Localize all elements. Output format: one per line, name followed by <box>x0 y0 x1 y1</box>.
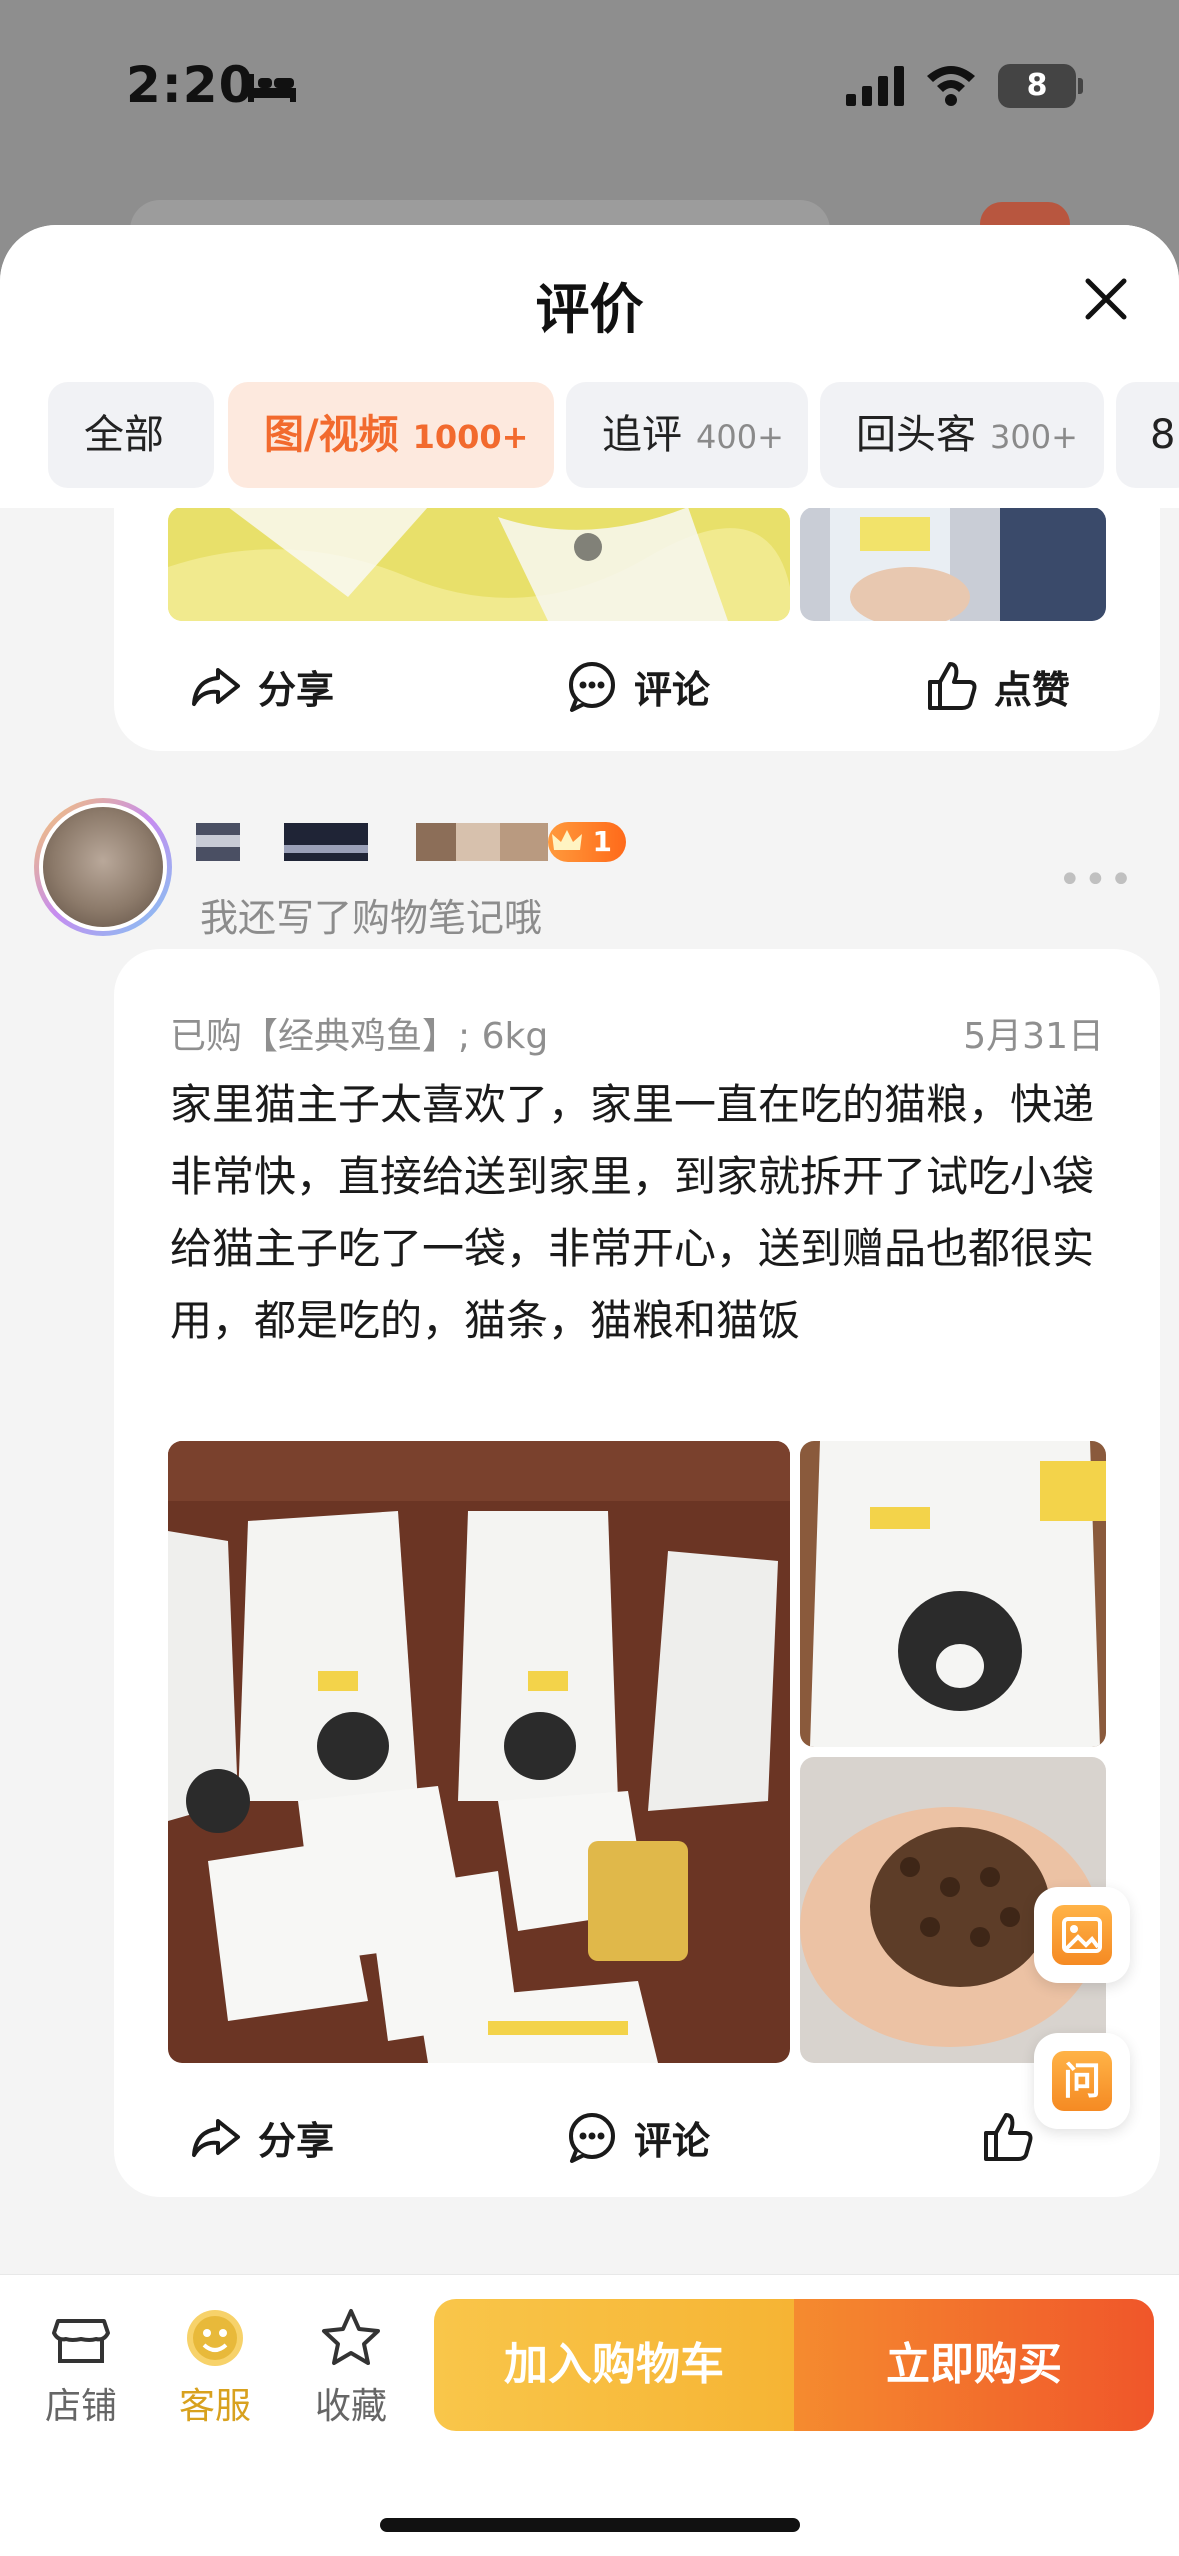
photo-cat-food-spread <box>168 1441 790 2063</box>
cellular-signal-icon <box>846 66 904 106</box>
tab-label: 追评 <box>602 412 682 458</box>
comment-button[interactable]: 评论 <box>564 646 710 726</box>
tab-follow-up[interactable]: 追评 400+ <box>566 382 808 488</box>
sheet-title: 评价 <box>535 278 644 341</box>
photo-filter-button[interactable] <box>1034 1887 1130 1983</box>
buy-now-button[interactable]: 立即购买 <box>794 2299 1154 2431</box>
store-icon <box>52 2319 110 2363</box>
review-card: 已购【经典鸡鱼】; 6kg 5月31日 家里猫主子太喜欢了，家里一直在吃的猫粮，… <box>114 949 1160 2197</box>
reviewer-avatar[interactable] <box>34 798 172 936</box>
photo-hand-bag <box>800 507 1106 621</box>
share-button[interactable]: 分享 <box>188 2097 334 2177</box>
customer-service-icon <box>187 2310 243 2366</box>
more-options-icon[interactable]: ••• <box>1058 857 1135 903</box>
home-indicator <box>380 2518 800 2532</box>
review-actions: 分享 评论 点赞 <box>114 646 1160 726</box>
favorite-label: 收藏 <box>314 2386 387 2427</box>
shop-label: 店铺 <box>44 2386 117 2427</box>
crown-icon <box>552 830 582 850</box>
like-label: 点赞 <box>994 667 1071 712</box>
thumbs-up-icon <box>984 2113 1033 2161</box>
tab-count: 400+ <box>696 418 784 456</box>
review-actions: 分享 评论 <box>114 2097 1160 2177</box>
wifi-icon <box>927 66 975 106</box>
share-icon <box>192 668 240 706</box>
status-bar: 2:20 8 <box>0 0 1179 170</box>
sheet-header: 评价 全部 图/视频 1000+ 追评 400+ 回头客 300+ 8 <box>0 225 1179 508</box>
shop-button[interactable]: 店铺 <box>26 2305 136 2429</box>
review-photo[interactable] <box>168 507 790 621</box>
service-label: 客服 <box>178 2386 251 2427</box>
tab-label: 8 <box>1150 412 1176 458</box>
tab-label: 回头客 <box>856 412 976 458</box>
review-date: 5月31日 <box>963 1016 1104 1057</box>
reviewer-name-masked <box>196 823 548 861</box>
ask-label: 问 <box>1052 2051 1112 2111</box>
add-to-cart-button[interactable]: 加入购物车 <box>434 2299 794 2431</box>
review-photo[interactable] <box>800 1441 1106 1747</box>
photo-yellow-bags <box>168 507 790 621</box>
share-button[interactable]: 分享 <box>188 646 334 726</box>
tab-count: 1000+ <box>412 418 529 456</box>
battery-tip <box>1078 78 1083 94</box>
tab-count: 300+ <box>990 418 1078 456</box>
tab-more[interactable]: 8 <box>1116 382 1179 488</box>
comment-label: 评论 <box>634 2118 711 2163</box>
review-sheet: 分享 评论 点赞 1 我还写了购物笔记哦 ••• 已购【经典鸡鱼】; 6kg 5… <box>0 225 1179 2556</box>
customer-service-button[interactable]: 客服 <box>160 2305 270 2429</box>
photo-food-bag <box>800 1441 1106 1747</box>
close-icon[interactable] <box>1078 271 1134 327</box>
ask-button[interactable]: 问 <box>1034 2033 1130 2129</box>
bottom-action-bar: 店铺 客服 收藏 加入购物车 立即购买 <box>0 2274 1179 2556</box>
thumbs-up-icon <box>928 662 977 710</box>
review-photo[interactable] <box>168 1441 790 2063</box>
purchased-variant: 已购【经典鸡鱼】; 6kg <box>170 1016 549 1057</box>
comment-icon <box>569 662 615 712</box>
sleep-focus-icon <box>248 74 296 102</box>
tab-all[interactable]: 全部 <box>48 382 214 488</box>
review-text: 家里猫主子太喜欢了，家里一直在吃的猫粮，快递非常快，直接给送到家里，到家就拆开了… <box>170 1080 1095 1345</box>
share-label: 分享 <box>258 667 335 712</box>
tab-label: 图/视频 <box>264 412 399 458</box>
review-photo[interactable] <box>800 507 1106 621</box>
share-label: 分享 <box>258 2118 335 2163</box>
comment-label: 评论 <box>634 667 711 712</box>
tab-photo-video[interactable]: 图/视频 1000+ <box>228 382 554 488</box>
comment-icon <box>569 2113 615 2163</box>
tab-repeat-buyers[interactable]: 回头客 300+ <box>820 382 1104 488</box>
star-icon <box>322 2309 380 2365</box>
share-icon <box>192 2119 240 2157</box>
comment-button[interactable]: 评论 <box>564 2097 710 2177</box>
tab-label: 全部 <box>84 412 164 458</box>
battery-level: 8 <box>998 64 1076 108</box>
like-button[interactable]: 点赞 <box>924 646 1070 726</box>
status-time: 2:20 <box>126 56 255 114</box>
image-icon <box>1052 1905 1112 1965</box>
reviewer-note-link[interactable]: 我还写了购物笔记哦 <box>200 887 542 942</box>
favorite-button[interactable]: 收藏 <box>296 2305 406 2429</box>
